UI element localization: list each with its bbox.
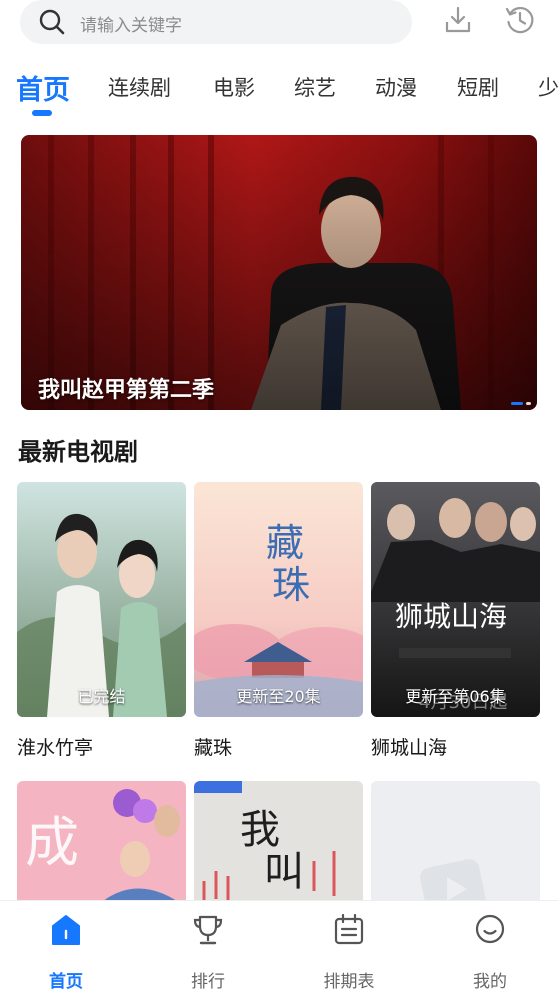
carousel-dot	[526, 402, 531, 405]
search-placeholder: 请输入关键字	[80, 16, 182, 36]
banner-title: 我叫赵甲第第二季	[38, 378, 215, 403]
drama-card[interactable]: 藏 珠 更新至20集 藏珠	[194, 482, 363, 760]
nav-label: 排期表	[323, 972, 375, 992]
tab-indicator	[32, 110, 52, 116]
trophy-icon	[193, 915, 223, 945]
tab-short-drama[interactable]: 短剧	[457, 72, 499, 102]
status-badge: 更新至20集	[236, 687, 321, 706]
nav-label: 首页	[49, 972, 83, 992]
tab-kids[interactable]: 少	[538, 72, 558, 102]
status-badge: 已完结	[77, 687, 126, 706]
drama-poster: 藏 珠 更新至20集	[194, 482, 363, 717]
nav-label: 排行	[191, 972, 225, 992]
nav-label: 我的	[473, 972, 507, 992]
calendar-icon	[334, 913, 364, 945]
category-tabs: 首页 连续剧 电影 综艺 动漫 短剧 少	[0, 64, 558, 120]
drama-poster: 已完结	[17, 482, 186, 717]
tab-movies[interactable]: 电影	[213, 72, 255, 102]
tab-variety[interactable]: 综艺	[294, 72, 336, 102]
drama-title: 藏珠	[194, 737, 233, 759]
top-bar: 请输入关键字	[0, 0, 558, 48]
home-icon	[52, 915, 80, 945]
hero-banner[interactable]: 我叫赵甲第第二季	[21, 135, 537, 410]
bottom-navigation: 首页 排行 排期表 我的	[0, 900, 558, 998]
svg-text:狮城山海: 狮城山海	[395, 600, 507, 633]
app-screen: 请输入关键字 首页 连续剧 电影 综艺 动漫 短剧 少 我叫赵甲第第二季 最新电…	[0, 0, 558, 998]
section-title: 最新电视剧	[18, 438, 138, 466]
drama-card[interactable]: 狮城山海 4月30日起 更新至第06集 狮城山海	[371, 482, 540, 760]
download-icon[interactable]	[442, 4, 474, 36]
tab-home[interactable]: 首页	[16, 68, 70, 107]
nav-home[interactable]: 首页	[26, 901, 106, 998]
nav-schedule[interactable]: 排期表	[309, 901, 389, 998]
search-bar[interactable]: 请输入关键字	[20, 0, 412, 44]
tab-series[interactable]: 连续剧	[108, 72, 171, 102]
drama-poster: 狮城山海 4月30日起 更新至第06集	[371, 482, 540, 717]
smiley-icon	[475, 914, 505, 944]
history-icon[interactable]	[504, 4, 536, 36]
search-icon	[39, 9, 65, 35]
carousel-dots	[511, 402, 531, 405]
svg-text:珠: 珠	[272, 563, 310, 607]
svg-text:藏: 藏	[266, 521, 304, 565]
drama-card[interactable]: 已完结 淮水竹亭	[17, 482, 186, 760]
svg-text:成: 成	[25, 811, 79, 874]
nav-profile[interactable]: 我的	[450, 901, 530, 998]
carousel-dot-active	[511, 402, 523, 405]
drama-title: 狮城山海	[371, 737, 448, 759]
svg-text:叫: 叫	[264, 849, 304, 895]
svg-text:我: 我	[240, 807, 280, 853]
status-badge: 更新至第06集	[405, 687, 506, 706]
banner-image	[21, 135, 537, 410]
nav-ranking[interactable]: 排行	[168, 901, 248, 998]
drama-title: 淮水竹亭	[17, 737, 94, 759]
tab-anime[interactable]: 动漫	[375, 72, 417, 102]
